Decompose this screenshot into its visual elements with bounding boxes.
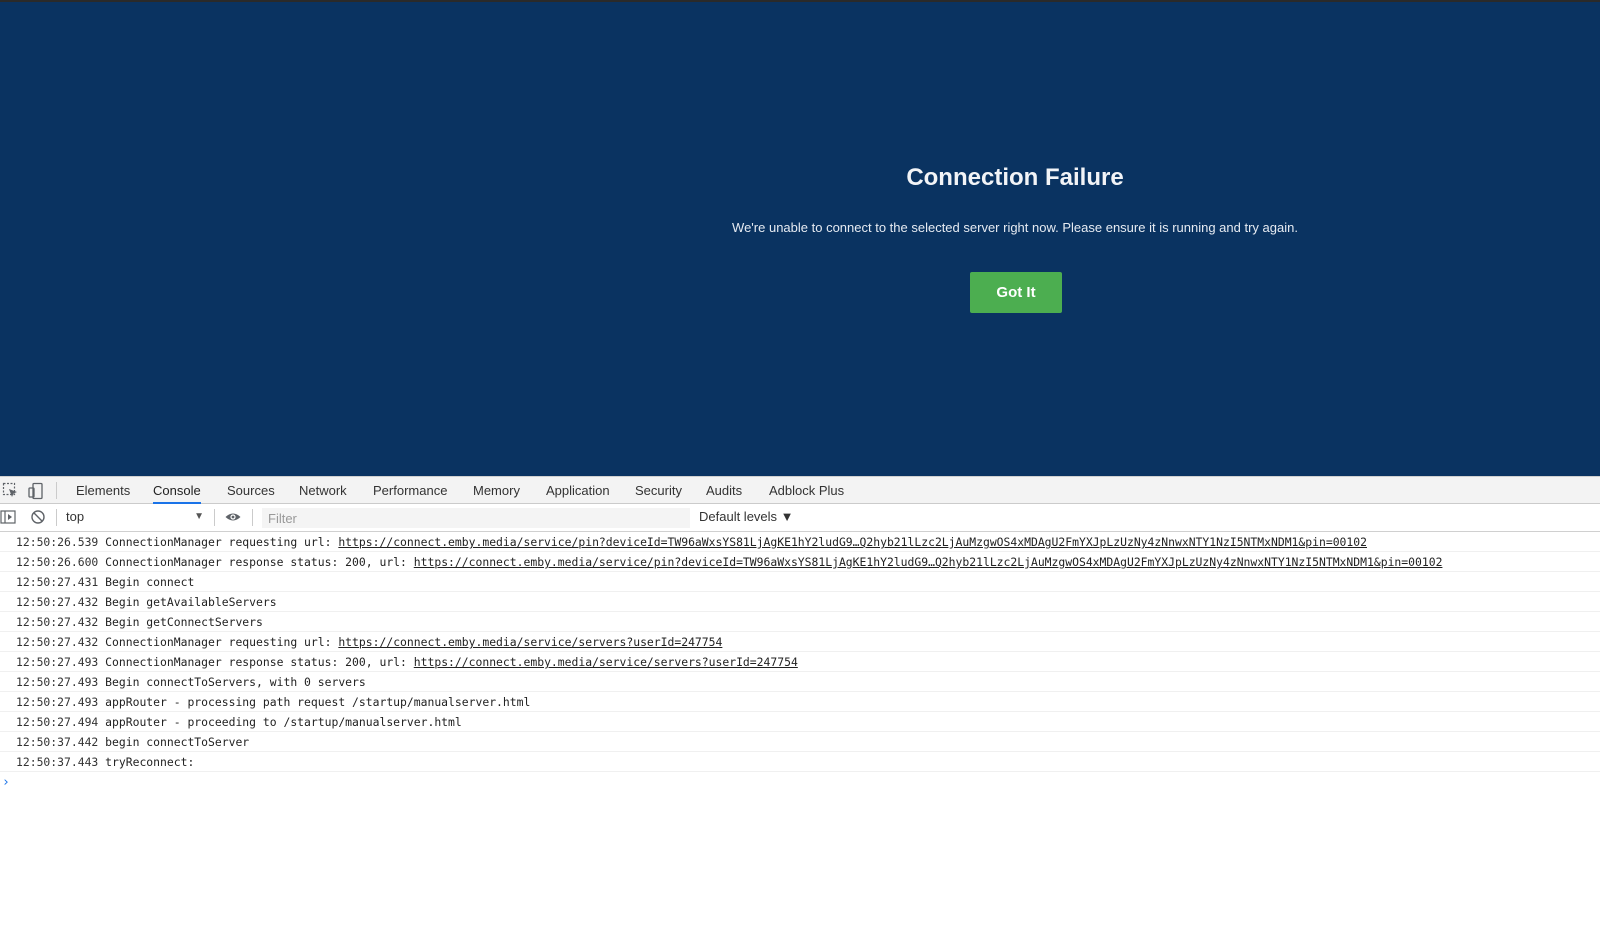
message-timestamp: 12:50:27.432: [16, 615, 99, 629]
console-toolbar: top ▼ Default levels ▼: [0, 504, 1600, 532]
message-timestamp: 12:50:27.493: [16, 655, 99, 669]
console-messages: 12:50:26.539 ConnectionManager requestin…: [0, 532, 1600, 772]
console-message: 12:50:27.432 Begin getAvailableServers: [0, 592, 1600, 612]
tab-network[interactable]: Network: [299, 477, 347, 504]
message-url-link[interactable]: https://connect.emby.media/service/serve…: [414, 655, 798, 669]
context-select[interactable]: top ▼: [60, 507, 208, 527]
dropdown-arrow-icon: ▼: [194, 511, 204, 522]
message-timestamp: 12:50:37.443: [16, 755, 99, 769]
tab-application[interactable]: Application: [546, 477, 610, 504]
message-text: tryReconnect:: [105, 755, 195, 769]
clear-console-icon[interactable]: [29, 508, 47, 526]
log-levels-select[interactable]: Default levels ▼: [699, 507, 794, 527]
message-timestamp: 12:50:27.432: [16, 595, 99, 609]
message-timestamp: 12:50:26.600: [16, 555, 99, 569]
tab-sources[interactable]: Sources: [227, 477, 275, 504]
got-it-button[interactable]: Got It: [970, 272, 1062, 313]
live-expression-eye-icon[interactable]: [224, 508, 242, 526]
message-text: appRouter - processing path request /sta…: [105, 695, 531, 709]
console-message: 12:50:27.493 ConnectionManager response …: [0, 652, 1600, 672]
message-timestamp: 12:50:27.493: [16, 695, 99, 709]
console-message: 12:50:37.443 tryReconnect:: [0, 752, 1600, 772]
console-message: 12:50:27.493 Begin connectToServers, wit…: [0, 672, 1600, 692]
message-text: ConnectionManager response status: 200, …: [105, 555, 414, 569]
tab-elements[interactable]: Elements: [76, 477, 130, 504]
tab-audits[interactable]: Audits: [706, 477, 742, 504]
console-prompt[interactable]: ›: [0, 772, 1600, 794]
message-text: Begin connect: [105, 575, 195, 589]
message-text: begin connectToServer: [105, 735, 250, 749]
message-text: ConnectionManager requesting url:: [105, 635, 339, 649]
tab-performance[interactable]: Performance: [373, 477, 447, 504]
toolbar-divider: [56, 482, 57, 499]
console-message: 12:50:27.431 Begin connect: [0, 572, 1600, 592]
console-message: 12:50:27.493 appRouter - processing path…: [0, 692, 1600, 712]
message-text: Begin getAvailableServers: [105, 595, 277, 609]
message-timestamp: 12:50:27.493: [16, 675, 99, 689]
message-url-link[interactable]: https://connect.emby.media/service/pin?d…: [338, 535, 1367, 549]
message-timestamp: 12:50:27.431: [16, 575, 99, 589]
sidebar-toggle-icon[interactable]: [0, 508, 18, 526]
message-text: appRouter - proceeding to /startup/manua…: [105, 715, 462, 729]
console-message: 12:50:26.600 ConnectionManager response …: [0, 552, 1600, 572]
inspect-element-icon[interactable]: [2, 482, 20, 500]
tab-security[interactable]: Security: [635, 477, 682, 504]
toolbar-divider: [252, 509, 253, 526]
console-filter-input[interactable]: [262, 508, 690, 528]
app-viewport: Connection Failure We're unable to conne…: [0, 0, 1600, 476]
console-message: 12:50:37.442 begin connectToServer: [0, 732, 1600, 752]
devtools-tabbar: Elements Console Sources Network Performance…: [0, 476, 1600, 504]
console-message: 12:50:27.494 appRouter - proceeding to /…: [0, 712, 1600, 732]
dialog-title: Connection Failure: [906, 164, 1124, 191]
message-url-link[interactable]: https://connect.emby.media/service/serve…: [338, 635, 722, 649]
message-text: ConnectionManager requesting url:: [105, 535, 339, 549]
message-text: ConnectionManager response status: 200, …: [105, 655, 414, 669]
console-message: 12:50:27.432 Begin getConnectServers: [0, 612, 1600, 632]
message-url-link[interactable]: https://connect.emby.media/service/pin?d…: [414, 555, 1443, 569]
console-message: 12:50:26.539 ConnectionManager requestin…: [0, 532, 1600, 552]
toolbar-divider: [56, 509, 57, 526]
tab-memory[interactable]: Memory: [473, 477, 520, 504]
toolbar-divider: [214, 509, 215, 526]
context-value: top: [66, 509, 85, 524]
message-timestamp: 12:50:27.432: [16, 635, 99, 649]
message-text: Begin connectToServers, with 0 servers: [105, 675, 366, 689]
tab-console[interactable]: Console: [153, 477, 201, 504]
console-message: 12:50:27.432 ConnectionManager requestin…: [0, 632, 1600, 652]
device-toolbar-icon[interactable]: [27, 482, 45, 500]
dialog-message: We're unable to connect to the selected …: [732, 220, 1298, 235]
tab-adblock-plus[interactable]: Adblock Plus: [769, 477, 844, 504]
message-timestamp: 12:50:27.494: [16, 715, 99, 729]
message-timestamp: 12:50:37.442: [16, 735, 99, 749]
console-log: 12:50:26.539 ConnectionManager requestin…: [0, 532, 1600, 950]
message-text: Begin getConnectServers: [105, 615, 263, 629]
devtools-panel: Elements Console Sources Network Performance…: [0, 476, 1600, 950]
message-timestamp: 12:50:26.539: [16, 535, 99, 549]
